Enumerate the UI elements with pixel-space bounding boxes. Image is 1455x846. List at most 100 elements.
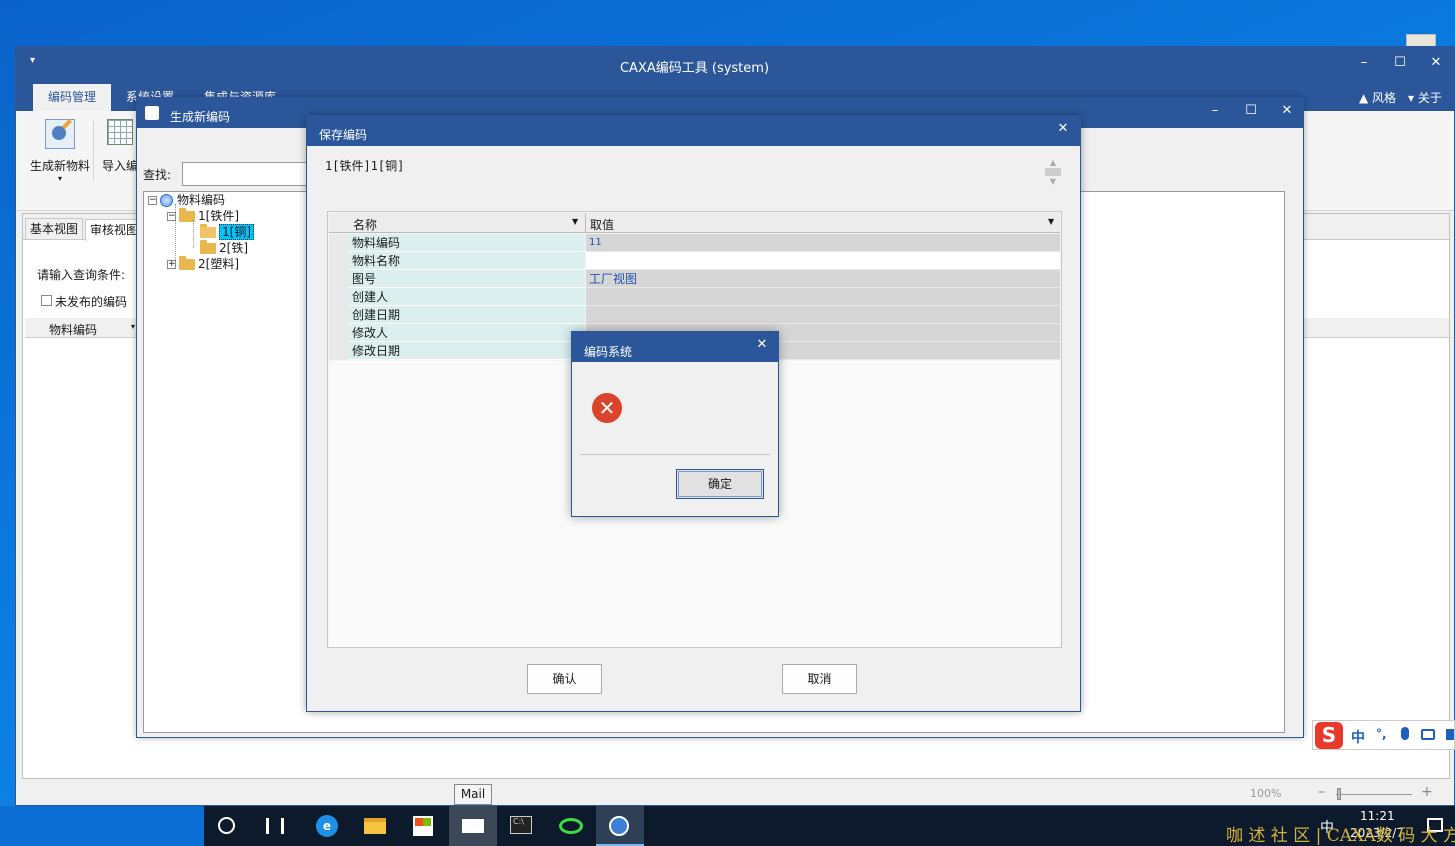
column-sort-icon[interactable]: ▾ xyxy=(131,322,135,331)
tab-review-view[interactable]: 审核视图 xyxy=(85,219,141,241)
taskbar-left-gap xyxy=(0,806,204,846)
green-app-icon[interactable] xyxy=(559,818,583,834)
tree-node-root[interactable]: − 物料编码 xyxy=(148,192,225,208)
store-icon[interactable] xyxy=(413,816,433,836)
scroll-thumb[interactable] xyxy=(1045,168,1061,176)
folder-icon xyxy=(200,240,216,254)
terminal-icon[interactable]: C:\ xyxy=(510,816,532,834)
save-close-button[interactable]: ✕ xyxy=(1045,116,1081,142)
msgbox-close-button[interactable]: ✕ xyxy=(744,332,780,358)
row-name: 图号 xyxy=(349,270,585,288)
grid-row[interactable]: 物料名称 xyxy=(329,252,1060,270)
more-icon[interactable] xyxy=(1446,729,1454,740)
grid-row[interactable]: 创建日期 xyxy=(329,306,1060,324)
keyboard-icon[interactable] xyxy=(1421,729,1435,740)
file-explorer-icon[interactable] xyxy=(364,818,386,834)
tab-basic-view[interactable]: 基本视图 xyxy=(25,218,83,240)
about-menu[interactable]: ▾ 关于 xyxy=(1408,89,1442,106)
zoom-out-button[interactable]: – xyxy=(1318,784,1325,800)
msgbox-title-bar[interactable]: 编码系统 ✕ xyxy=(572,332,778,362)
microphone-icon[interactable] xyxy=(1401,727,1409,740)
tab-encoding-mgmt[interactable]: 编码管理 xyxy=(33,84,111,111)
name-sort-icon[interactable]: ▼ xyxy=(572,217,578,226)
row-name: 物料名称 xyxy=(349,252,585,270)
row-gutter xyxy=(329,288,349,306)
tree-node-tie[interactable]: 2[铁] xyxy=(200,240,248,256)
query-label: 请输入查询条件: xyxy=(37,268,126,282)
zoom-slider[interactable] xyxy=(1336,794,1412,795)
sogou-logo-icon: S xyxy=(1315,722,1343,749)
code-scrollbar[interactable]: ▲ ▼ xyxy=(1045,158,1061,200)
zoom-in-button[interactable]: + xyxy=(1421,784,1433,800)
close-button[interactable]: ✕ xyxy=(1418,50,1454,76)
search-input[interactable] xyxy=(182,162,312,186)
grid-row[interactable]: 物料编码 11 xyxy=(329,234,1060,252)
grid-header-divider xyxy=(585,213,586,233)
zoom-slider-thumb[interactable] xyxy=(1337,788,1341,800)
minimize-button[interactable]: – xyxy=(1346,50,1382,76)
ok-button[interactable]: 确定 xyxy=(676,469,764,499)
error-msgbox: 编码系统 ✕ ✕ 确定 xyxy=(571,331,779,517)
globe-icon xyxy=(160,194,173,207)
scroll-up-icon[interactable]: ▲ xyxy=(1045,158,1061,167)
tree-node-suliao[interactable]: +2[塑料] xyxy=(167,256,239,272)
style-menu-label: 风格 xyxy=(1372,91,1397,105)
tree-node-tong[interactable]: 1[铜] xyxy=(200,224,254,240)
gen-minimize-button[interactable]: – xyxy=(1197,98,1233,124)
save-title-bar[interactable]: 保存编码 ✕ xyxy=(307,116,1080,146)
grid-header: 名称 ▼ 取值 ▼ xyxy=(329,213,1060,233)
error-icon: ✕ xyxy=(592,393,622,423)
confirm-button[interactable]: 确认 xyxy=(527,664,602,694)
row-value[interactable]: 工厂视图 xyxy=(586,270,1060,288)
tree-node-label: 1[铁件] xyxy=(198,209,239,223)
row-name: 修改人 xyxy=(349,324,585,342)
unpublished-checkbox[interactable] xyxy=(41,295,52,306)
code-text: 1[铁件]1[铜] xyxy=(325,159,405,173)
caxa-app-button[interactable] xyxy=(596,806,644,846)
row-gutter xyxy=(329,270,349,288)
grid-header-value[interactable]: 取值 xyxy=(590,216,614,233)
new-material-dropdown-icon: ▾ xyxy=(57,174,62,183)
new-material-icon xyxy=(45,119,75,149)
row-gutter xyxy=(329,252,349,270)
toolbar-separator xyxy=(93,121,94,181)
tree-line xyxy=(193,220,194,248)
watermark: 咖 述 社 区 | CAXA数 码 大 方 xyxy=(1226,826,1455,846)
new-material-label: 生成新物料 xyxy=(29,159,90,173)
gen-close-button[interactable]: ✕ xyxy=(1269,98,1305,124)
row-value[interactable] xyxy=(586,306,1060,324)
scroll-down-icon[interactable]: ▼ xyxy=(1045,177,1061,186)
row-gutter xyxy=(329,324,349,342)
gen-maximize-button[interactable]: ☐ xyxy=(1233,98,1269,124)
ime-punct[interactable]: °, xyxy=(1376,727,1387,741)
column-header-material-code[interactable]: 物料编码 xyxy=(49,321,97,338)
ime-lang[interactable]: 中 xyxy=(1351,727,1365,747)
cortana-icon[interactable] xyxy=(218,817,235,834)
tree-node-tiejian[interactable]: −1[铁件] xyxy=(167,208,239,224)
row-value[interactable] xyxy=(586,288,1060,306)
new-material-button[interactable]: 生成新物料 ▾ xyxy=(24,115,96,185)
row-value[interactable] xyxy=(586,252,1060,270)
folder-open-icon xyxy=(200,224,216,238)
tree-node-label-selected: 1[铜] xyxy=(219,224,254,240)
row-value[interactable]: 11 xyxy=(586,234,1060,252)
task-view-icon[interactable] xyxy=(266,818,284,834)
import-button[interactable]: 导入编 xyxy=(100,115,140,185)
value-sort-icon[interactable]: ▼ xyxy=(1048,217,1054,226)
gen-title: 生成新编码 xyxy=(170,110,231,124)
collapse-icon[interactable]: − xyxy=(148,196,157,205)
import-icon xyxy=(107,119,133,145)
tree-line xyxy=(175,204,176,262)
grid-row[interactable]: 图号 工厂视图 xyxy=(329,270,1060,288)
cancel-button[interactable]: 取消 xyxy=(782,664,857,694)
style-menu[interactable]: ▲ 风格 xyxy=(1359,89,1396,106)
row-name: 物料编码 xyxy=(349,234,585,252)
ime-toolbar[interactable]: S 中 °, xyxy=(1312,720,1455,750)
zoom-level: 100% xyxy=(1250,787,1282,800)
grid-row[interactable]: 创建人 xyxy=(329,288,1060,306)
grid-header-name[interactable]: 名称 xyxy=(353,216,377,233)
edge-icon[interactable]: e xyxy=(316,815,338,837)
search-label: 查找: xyxy=(143,168,172,182)
mail-icon-button[interactable] xyxy=(449,806,497,846)
maximize-button[interactable]: ☐ xyxy=(1382,50,1418,76)
